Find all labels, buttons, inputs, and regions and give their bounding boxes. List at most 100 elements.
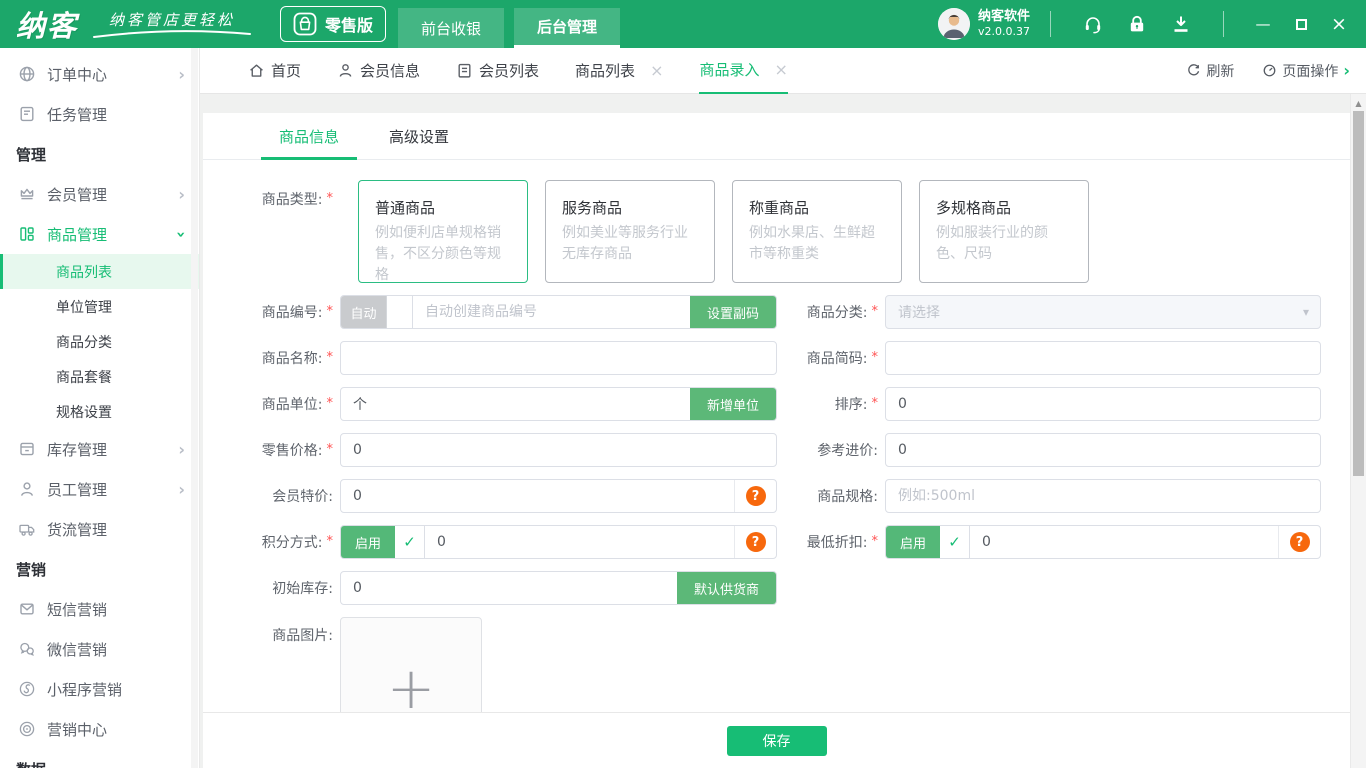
sidebar-item-logistics-management[interactable]: 货流管理 xyxy=(0,509,199,549)
required-mark: * xyxy=(326,349,334,365)
type-card-title: 普通商品 xyxy=(375,199,436,217)
goods-category-select[interactable]: 请选择 ▾ xyxy=(885,295,1321,329)
vertical-scrollbar[interactable]: ▲ xyxy=(1350,94,1366,768)
check-icon[interactable]: ✓ xyxy=(395,526,426,558)
sidebar-subitem-goods-list[interactable]: 商品列表 xyxy=(0,254,199,289)
chevron-right-icon: › xyxy=(178,184,185,204)
crown-icon xyxy=(20,188,34,200)
lock-icon[interactable] xyxy=(1126,13,1148,35)
sidebar-item-staff-management[interactable]: 员工管理 › xyxy=(0,469,199,509)
add-unit-button[interactable]: 新增单位 xyxy=(689,388,776,420)
type-card-normal[interactable]: 普通商品 例如便利店单规格销售，不区分颜色等规格 xyxy=(358,180,528,283)
edition-badge[interactable]: 零售版 xyxy=(280,6,387,42)
type-card-desc: 例如便利店单规格销售，不区分颜色等规格 xyxy=(375,225,501,283)
page-actions-label: 页面操作 xyxy=(1282,63,1339,80)
goods-shortcode-input[interactable] xyxy=(886,342,1320,374)
points-value-input[interactable] xyxy=(425,526,734,558)
sidebar-item-order-center[interactable]: 订单中心 › xyxy=(0,54,199,94)
tab-member-list[interactable]: 会员列表 xyxy=(456,48,539,94)
person-icon xyxy=(21,482,33,496)
field-label: 商品名称: * xyxy=(261,349,334,368)
default-supplier-button[interactable]: 默认供货商 xyxy=(676,572,776,604)
truck-icon xyxy=(19,524,35,536)
type-card-title: 多规格商品 xyxy=(936,199,1012,217)
purchase-price-input[interactable] xyxy=(886,434,1320,466)
avatar[interactable] xyxy=(937,8,970,40)
field-goods-name: 商品名称: * xyxy=(203,341,777,375)
scrollbar-thumb[interactable] xyxy=(1353,111,1364,476)
form-tab-goods-info[interactable]: 商品信息 xyxy=(261,113,358,160)
initial-stock-input[interactable] xyxy=(341,572,677,604)
sidebar-item-task-management[interactable]: 任务管理 xyxy=(0,94,199,134)
refresh-button[interactable]: 刷新 xyxy=(1186,61,1234,81)
form-tabs: 商品信息 高级设置 xyxy=(203,113,1350,160)
task-icon xyxy=(20,106,34,122)
field-label: 零售价格: * xyxy=(261,441,333,460)
sidebar-item-miniprogram-marketing[interactable]: 小程序营销 xyxy=(0,669,199,709)
retail-price-input[interactable] xyxy=(341,434,776,466)
sidebar-item-member-management[interactable]: 会员管理 › xyxy=(0,174,199,214)
customer-service-icon[interactable] xyxy=(1082,13,1104,35)
sidebar-subitem-goods-category[interactable]: 商品分类 xyxy=(0,324,199,359)
goods-unit-input[interactable] xyxy=(341,388,690,420)
nav-front-cashier[interactable]: 前台收银 xyxy=(398,8,505,48)
field-label: 最低折扣: * xyxy=(806,533,878,552)
nav-back-office[interactable]: 后台管理 xyxy=(514,8,621,48)
sidebar-item-label: 营销中心 xyxy=(47,720,108,739)
tab-goods-list[interactable]: 商品列表 × xyxy=(575,48,663,94)
sidebar-item-wechat-marketing[interactable]: 微信营销 xyxy=(0,629,199,669)
main-nav: 前台收银 后台管理 xyxy=(398,8,621,48)
download-icon[interactable] xyxy=(1170,13,1192,35)
goods-code-input[interactable] xyxy=(413,296,690,328)
user-info: 纳客软件 v2.0.0.37 xyxy=(978,9,1030,39)
type-card-multispec[interactable]: 多规格商品 例如服装行业的颜色、尺码 xyxy=(919,180,1089,283)
maximize-button[interactable] xyxy=(1282,0,1320,48)
help-icon[interactable]: ? xyxy=(745,532,766,552)
auto-code-toggle[interactable]: 自动 xyxy=(341,296,413,328)
points-enable-toggle[interactable]: 启用 xyxy=(341,526,396,558)
sidebar-item-label: 库存管理 xyxy=(47,440,108,459)
tab-label: 商品录入 xyxy=(699,61,760,79)
sidebar-item-inventory-management[interactable]: 库存管理 › xyxy=(0,429,199,469)
field-min-discount: 最低折扣:* 启用 ✓ ? xyxy=(777,525,1321,559)
tab-home[interactable]: 首页 xyxy=(248,48,301,94)
form-tab-advanced-settings[interactable]: 高级设置 xyxy=(371,113,467,159)
help-icon[interactable]: ? xyxy=(745,486,766,506)
goods-name-input[interactable] xyxy=(341,342,776,374)
type-card-desc: 例如美业等服务行业无库存商品 xyxy=(562,225,688,262)
titlebar-divider xyxy=(1050,11,1051,37)
sidebar-subitem-goods-package[interactable]: 商品套餐 xyxy=(0,359,199,394)
minimize-button[interactable]: — xyxy=(1244,0,1282,48)
sidebar-item-goods-management[interactable]: 商品管理 › xyxy=(0,214,199,254)
scroll-up-icon[interactable]: ▲ xyxy=(1351,94,1366,108)
check-icon[interactable]: ✓ xyxy=(940,526,971,558)
envelope-icon xyxy=(20,603,34,615)
tab-member-info[interactable]: 会员信息 xyxy=(337,48,420,94)
form-row: 会员特价: ? 商品规格: xyxy=(203,479,1350,513)
close-button[interactable]: × xyxy=(1320,0,1358,48)
sidebar-item-sms-marketing[interactable]: 短信营销 xyxy=(0,589,199,629)
sidebar-item-marketing-center[interactable]: 营销中心 xyxy=(0,709,199,749)
help-icon[interactable]: ? xyxy=(1289,532,1310,552)
tab-goods-entry[interactable]: 商品录入 × xyxy=(699,48,788,94)
type-card-service[interactable]: 服务商品 例如美业等服务行业无库存商品 xyxy=(545,180,715,283)
sidebar-subitem-spec-settings[interactable]: 规格设置 xyxy=(0,394,199,429)
field-sort: 排序: * xyxy=(777,387,1321,421)
save-button[interactable]: 保存 xyxy=(726,725,827,756)
sidebar-scrollbar[interactable] xyxy=(191,48,198,768)
goods-spec-input[interactable] xyxy=(886,480,1320,512)
discount-enable-toggle[interactable]: 启用 xyxy=(886,526,941,558)
chevron-right-icon: › xyxy=(178,439,185,459)
min-discount-input[interactable] xyxy=(970,526,1278,558)
app-slogan: 纳客管店更轻松 xyxy=(92,9,252,39)
tab-close-icon[interactable]: × xyxy=(650,61,663,80)
set-subcode-button[interactable]: 设置副码 xyxy=(689,296,776,328)
titlebar-divider-2 xyxy=(1223,11,1224,37)
sidebar-subitem-unit-management[interactable]: 单位管理 xyxy=(0,289,199,324)
member-price-input[interactable] xyxy=(341,480,734,512)
page-actions-button[interactable]: 页面操作 › xyxy=(1262,61,1350,81)
tab-close-icon[interactable]: × xyxy=(774,60,787,79)
field-label: 商品图片: xyxy=(272,628,333,644)
type-card-weighing[interactable]: 称重商品 例如水果店、生鲜超市等称重类 xyxy=(732,180,902,283)
sort-input[interactable] xyxy=(886,388,1320,420)
